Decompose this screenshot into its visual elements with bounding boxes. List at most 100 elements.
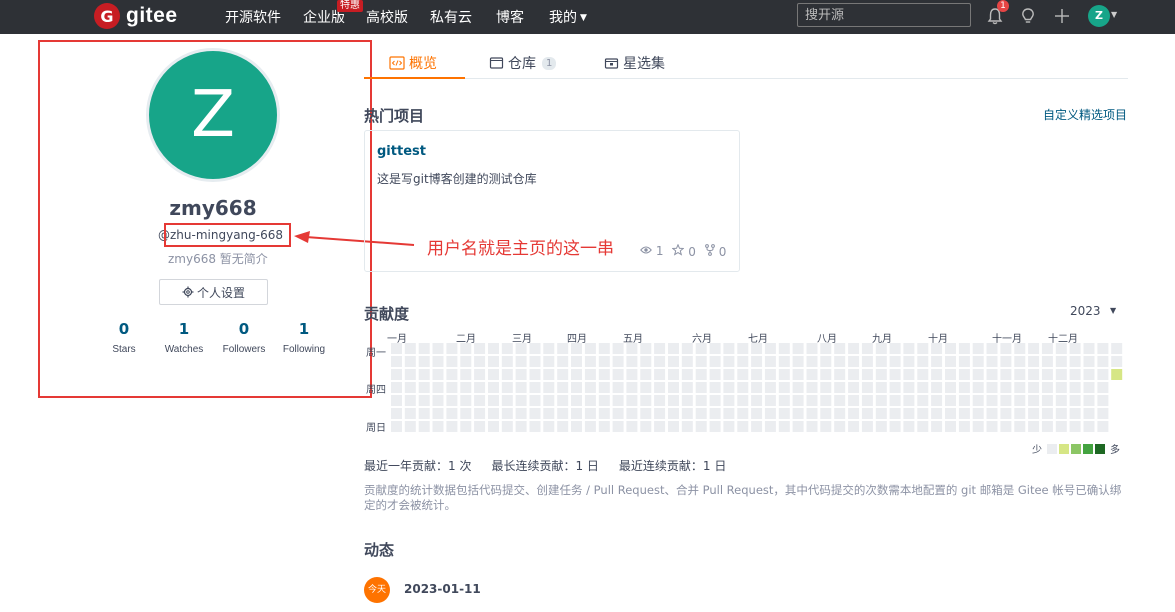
contribution-cell bbox=[792, 356, 804, 367]
contribution-cell bbox=[861, 421, 873, 432]
contribution-cell bbox=[931, 369, 943, 380]
contribution-cell bbox=[1069, 343, 1081, 354]
summary-longest-streak: 最长连续贡献：1 日 bbox=[491, 459, 599, 473]
contribution-cell bbox=[557, 369, 569, 380]
project-watches[interactable]: 1 bbox=[640, 244, 663, 259]
nav-open-source[interactable]: 开源软件 bbox=[225, 7, 281, 27]
contribution-cell bbox=[875, 408, 887, 419]
legend-less: 少 bbox=[1032, 445, 1042, 456]
profile-avatar[interactable]: Z bbox=[146, 48, 280, 182]
contribution-cell bbox=[404, 369, 416, 380]
contribution-summary: 最近一年贡献：1 次 最长连续贡献：1 日 最近连续贡献：1 日 bbox=[364, 457, 726, 474]
nav-education[interactable]: 高校版 bbox=[366, 7, 408, 27]
contribution-cell bbox=[612, 343, 624, 354]
repo-icon bbox=[489, 57, 504, 69]
contribution-cell bbox=[626, 343, 638, 354]
contribution-cell bbox=[792, 395, 804, 406]
contribution-cell bbox=[640, 395, 652, 406]
contribution-cell bbox=[861, 382, 873, 393]
nav-mine[interactable]: 我的 ▼ bbox=[549, 7, 587, 27]
contribution-cell bbox=[474, 408, 486, 419]
contribution-cell bbox=[778, 369, 790, 380]
contribution-cell bbox=[709, 369, 721, 380]
project-description: 这是写git博客创建的测试仓库 bbox=[377, 172, 537, 186]
contribution-cell bbox=[875, 369, 887, 380]
stat-following[interactable]: 1 Following bbox=[264, 320, 344, 355]
contribution-cell bbox=[764, 408, 776, 419]
contribution-cell bbox=[418, 356, 430, 367]
contribution-cell bbox=[709, 408, 721, 419]
contribution-cell bbox=[515, 421, 527, 432]
nav-avatar[interactable]: Z bbox=[1088, 5, 1110, 27]
tab-repos[interactable]: 仓库 1 bbox=[489, 53, 557, 73]
plus-icon[interactable] bbox=[1053, 7, 1071, 25]
project-stars[interactable]: 0 bbox=[671, 243, 696, 259]
chevron-down-icon[interactable]: ▼ bbox=[1110, 306, 1116, 315]
project-forks[interactable]: 0 bbox=[705, 244, 726, 259]
contribution-cell bbox=[1028, 343, 1040, 354]
contribution-cell bbox=[848, 369, 860, 380]
tab-overview[interactable]: 概览 bbox=[389, 53, 437, 73]
contribution-cell bbox=[668, 395, 679, 406]
nav-blog[interactable]: 博客 bbox=[496, 7, 524, 27]
contribution-cell bbox=[474, 356, 486, 367]
project-name[interactable]: gittest bbox=[377, 144, 426, 159]
contribution-cell bbox=[584, 421, 596, 432]
contribution-cell bbox=[986, 421, 998, 432]
legend-more: 多 bbox=[1110, 445, 1120, 456]
search-input[interactable] bbox=[797, 3, 971, 27]
contribution-cell bbox=[1041, 369, 1053, 380]
contribution-cell bbox=[515, 343, 527, 354]
contribution-cell bbox=[972, 408, 984, 419]
contribution-cell bbox=[764, 356, 776, 367]
personal-settings-button[interactable]: 个人设置 bbox=[159, 279, 268, 305]
contribution-cell bbox=[418, 421, 430, 432]
profile-username: zmy668 bbox=[169, 196, 257, 220]
contribution-cell bbox=[681, 356, 693, 367]
contribution-cell bbox=[612, 369, 624, 380]
contribution-cell bbox=[668, 343, 679, 354]
year-select[interactable]: 2023 bbox=[1070, 304, 1101, 318]
contribution-cell bbox=[1055, 356, 1067, 367]
contribution-cell bbox=[1069, 382, 1081, 393]
contribution-cell bbox=[557, 408, 569, 419]
contribution-cell bbox=[751, 395, 763, 406]
contribution-cell bbox=[958, 356, 970, 367]
contribution-cell bbox=[903, 395, 915, 406]
contribution-cell bbox=[709, 421, 721, 432]
contribution-cell bbox=[806, 356, 818, 367]
chevron-down-icon[interactable]: ▼ bbox=[1111, 10, 1117, 19]
contribution-cell bbox=[875, 356, 887, 367]
contribution-cell bbox=[958, 382, 970, 393]
contribution-cell bbox=[391, 356, 402, 367]
project-card[interactable]: gittest 这是写git博客创建的测试仓库 1 0 0 bbox=[364, 130, 740, 272]
contribution-cell bbox=[446, 343, 458, 354]
day-label-mon: 周一 bbox=[366, 348, 386, 359]
contribution-cell bbox=[640, 408, 652, 419]
contribution-cell bbox=[834, 395, 846, 406]
contribution-cell bbox=[584, 343, 596, 354]
contribution-cell bbox=[404, 356, 416, 367]
contribution-cell bbox=[931, 421, 943, 432]
contribution-cell bbox=[695, 395, 707, 406]
contribution-cell bbox=[432, 421, 444, 432]
contribution-cell bbox=[404, 408, 416, 419]
gitee-logo[interactable]: G gitee bbox=[94, 3, 178, 29]
contribution-cell bbox=[654, 395, 666, 406]
lightbulb-icon[interactable] bbox=[1019, 7, 1037, 25]
nav-private-cloud[interactable]: 私有云 bbox=[430, 7, 472, 27]
contribution-cell bbox=[1097, 369, 1109, 380]
contribution-cell bbox=[543, 421, 555, 432]
contribution-cell bbox=[391, 382, 402, 393]
contribution-cell bbox=[488, 395, 499, 406]
contribution-cell bbox=[529, 395, 541, 406]
contribution-cell bbox=[1028, 421, 1040, 432]
summary-current-streak: 最近连续贡献：1 日 bbox=[618, 459, 727, 473]
customize-featured-link[interactable]: 自定义精选项目 bbox=[1043, 106, 1127, 123]
contribution-cell bbox=[668, 369, 679, 380]
contribution-cell bbox=[460, 369, 472, 380]
contribution-cell bbox=[778, 421, 790, 432]
tab-star-collections[interactable]: 星选集 bbox=[604, 53, 665, 73]
contribution-cell bbox=[391, 421, 402, 432]
contribution-cell bbox=[695, 408, 707, 419]
